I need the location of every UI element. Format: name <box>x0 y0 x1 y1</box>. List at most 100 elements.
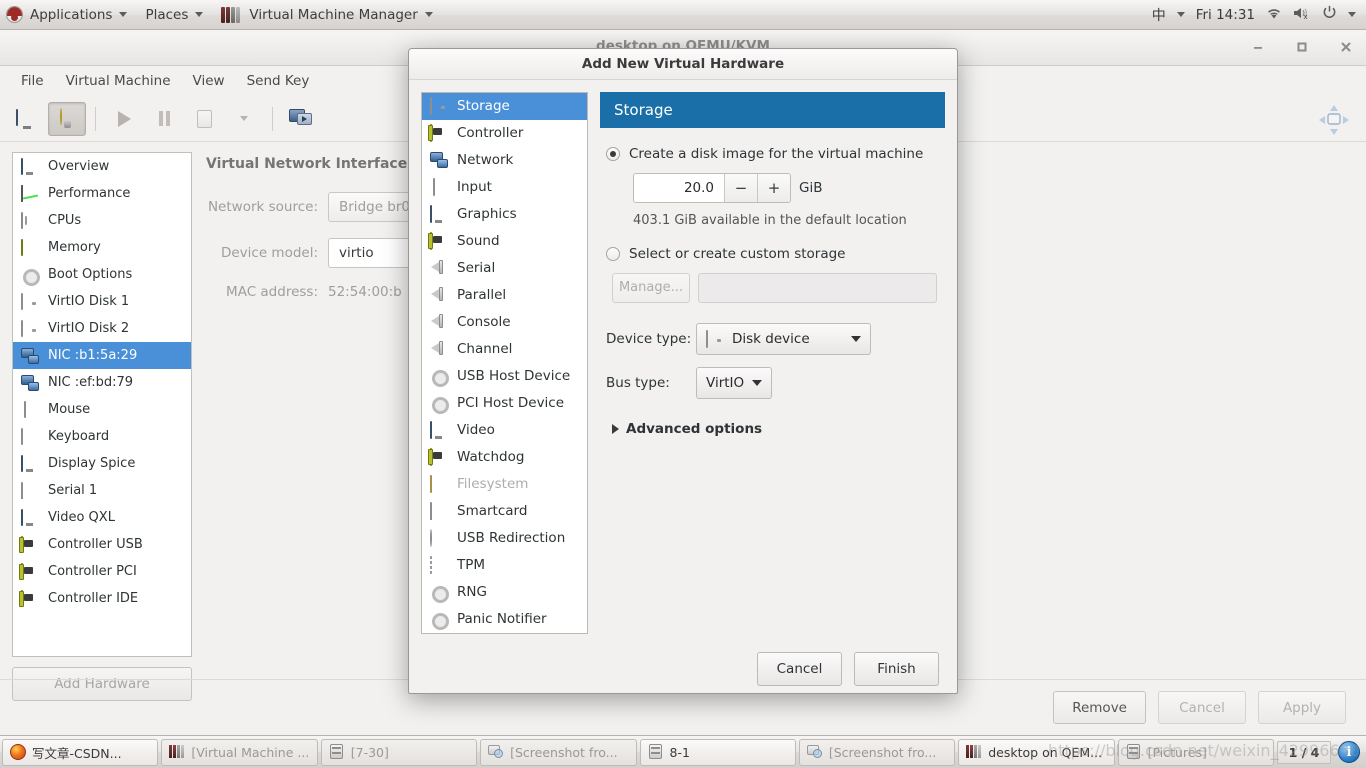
chevron-down-icon[interactable] <box>1176 12 1185 17</box>
device-category-item[interactable]: USB Redirection <box>422 525 587 552</box>
taskbar-item[interactable]: [Pictures] <box>1117 738 1274 766</box>
hardware-list-item-label: Performance <box>48 186 131 201</box>
device-category-item[interactable]: Graphics <box>422 201 587 228</box>
fullscreen-button[interactable] <box>282 102 320 136</box>
device-category-item[interactable]: Console <box>422 309 587 336</box>
taskbar-item[interactable]: [Screenshot fro... <box>798 738 956 766</box>
hardware-list-item[interactable]: Serial 1 <box>13 477 191 504</box>
disk-size-increment-button[interactable]: + <box>757 173 790 202</box>
chevron-down-icon <box>424 12 433 17</box>
hardware-list-item[interactable]: Controller USB <box>13 531 191 558</box>
menu-view[interactable]: View <box>182 69 236 93</box>
hardware-list-item-label: CPUs <box>48 213 82 228</box>
menu-send-key[interactable]: Send Key <box>236 69 321 93</box>
device-category-item[interactable]: RNG <box>422 579 587 606</box>
wifi-icon[interactable] <box>1266 6 1282 24</box>
hardware-list-item[interactable]: Video QXL <box>13 504 191 531</box>
device-category-item[interactable]: USB Host Device <box>422 363 587 390</box>
close-button[interactable] <box>1336 37 1356 57</box>
disk-size-stepper[interactable]: 20.0 − + <box>633 172 791 203</box>
device-type-label: Device type: <box>606 330 692 347</box>
device-category-item[interactable]: Input <box>422 174 587 201</box>
dialog-finish-button[interactable]: Finish <box>854 652 939 687</box>
panel-clock[interactable]: Fri 14:31 <box>1196 7 1255 23</box>
minimize-button[interactable] <box>1248 37 1268 57</box>
pause-icon <box>158 111 170 126</box>
hardware-list-item[interactable]: VirtIO Disk 2 <box>13 315 191 342</box>
taskbar-item[interactable]: 8-1 <box>639 738 796 766</box>
pan-handle-icon[interactable] <box>1316 102 1352 138</box>
device-category-item[interactable]: PCI Host Device <box>422 390 587 417</box>
apply-button: Apply <box>1258 691 1346 724</box>
maximize-button[interactable] <box>1292 37 1312 57</box>
files-icon <box>329 744 345 760</box>
hardware-list-item[interactable]: Boot Options <box>13 261 191 288</box>
pause-button[interactable] <box>145 102 183 136</box>
menu-virtual-machine[interactable]: Virtual Machine <box>55 69 182 93</box>
menu-file[interactable]: File <box>10 69 55 93</box>
shutdown-button[interactable] <box>185 102 223 136</box>
hardware-list-item[interactable]: Controller PCI <box>13 558 191 585</box>
hardware-list-item[interactable]: NIC :ef:bd:79 <box>13 369 191 396</box>
hardware-list-item[interactable]: Display Spice <box>13 450 191 477</box>
custom-storage-radio[interactable] <box>606 246 620 261</box>
device-category-item[interactable]: Network <box>422 147 587 174</box>
active-app-menu[interactable]: Virtual Machine Manager <box>212 0 441 30</box>
dialog-cancel-button[interactable]: Cancel <box>757 652 842 687</box>
ime-indicator[interactable]: 中 <box>1152 5 1166 25</box>
hardware-list-item[interactable]: Overview <box>13 153 191 180</box>
workspace-pager[interactable]: 1 / 4 <box>1277 740 1331 764</box>
device-category-item[interactable]: Parallel <box>422 282 587 309</box>
device-category-item[interactable]: Watchdog <box>422 444 587 471</box>
create-disk-radio[interactable] <box>606 146 620 161</box>
device-category-item[interactable]: Sound <box>422 228 587 255</box>
hardware-list-item[interactable]: NIC :b1:5a:29 <box>13 342 191 369</box>
chevron-down-icon[interactable] <box>1348 12 1356 17</box>
show-console-button[interactable] <box>8 102 46 136</box>
bus-type-combo[interactable]: VirtIO <box>696 366 773 399</box>
device-category-item[interactable]: Controller <box>422 120 587 147</box>
device-category-list[interactable]: Storage Controller Network Input Graphics Sou… <box>421 91 588 634</box>
taskbar-item[interactable]: desktop on QEM... <box>958 738 1115 766</box>
show-details-button[interactable] <box>48 101 86 136</box>
device-category-item[interactable]: Serial <box>422 255 587 282</box>
custom-storage-radio-row[interactable]: Select or create custom storage <box>606 246 937 262</box>
hardware-list-item[interactable]: Keyboard <box>13 423 191 450</box>
device-category-item[interactable]: Storage <box>422 92 587 120</box>
device-category-item[interactable]: Smartcard <box>422 498 587 525</box>
device-category-item[interactable]: Panic Notifier <box>422 606 587 633</box>
device-category-item[interactable]: Channel <box>422 336 587 363</box>
taskbar-item[interactable]: [Screenshot fro... <box>480 738 637 766</box>
card-icon <box>430 448 448 467</box>
applications-menu[interactable]: Applications <box>0 0 136 30</box>
hardware-list-item[interactable]: CPUs <box>13 207 191 234</box>
storage-path-input[interactable] <box>698 272 937 303</box>
places-menu[interactable]: Places <box>136 0 212 30</box>
hardware-list[interactable]: Overview Performance CPUs Memory Boot Option… <box>12 152 192 657</box>
manage-storage-button[interactable]: Manage... <box>612 272 690 303</box>
volume-muted-icon[interactable]: x <box>1293 6 1311 24</box>
hardware-list-item[interactable]: Mouse <box>13 396 191 423</box>
power-icon[interactable] <box>1322 5 1337 24</box>
play-icon <box>117 110 131 127</box>
hardware-list-item[interactable]: Performance <box>13 180 191 207</box>
run-button[interactable] <box>105 102 143 136</box>
taskbar-item[interactable]: [7-30] <box>320 738 478 766</box>
advanced-options-disclosure[interactable]: Advanced options <box>612 421 937 437</box>
hardware-list-item[interactable]: Controller IDE <box>13 585 191 612</box>
shutdown-menu-button[interactable] <box>225 102 263 136</box>
disk-size-input[interactable]: 20.0 <box>634 173 724 202</box>
hardware-list-item[interactable]: Memory <box>13 234 191 261</box>
tray-info-icon[interactable]: i <box>1338 741 1360 763</box>
disk-size-decrement-button[interactable]: − <box>724 173 757 202</box>
create-disk-radio-row[interactable]: Create a disk image for the virtual mach… <box>606 146 937 162</box>
taskbar-item[interactable]: [Virtual Machine ... <box>161 738 318 766</box>
device-category-item[interactable]: Video <box>422 417 587 444</box>
chevron-down-icon <box>851 335 861 342</box>
remove-button[interactable]: Remove <box>1053 691 1146 724</box>
taskbar-item[interactable]: 写文章-CSDN... <box>2 738 159 766</box>
device-type-combo[interactable]: Disk device <box>696 322 871 355</box>
hardware-list-item[interactable]: VirtIO Disk 1 <box>13 288 191 315</box>
device-category-item[interactable]: TPM <box>422 552 587 579</box>
gnome-top-panel: Applications Places Virtual Machine Mana… <box>0 0 1366 30</box>
